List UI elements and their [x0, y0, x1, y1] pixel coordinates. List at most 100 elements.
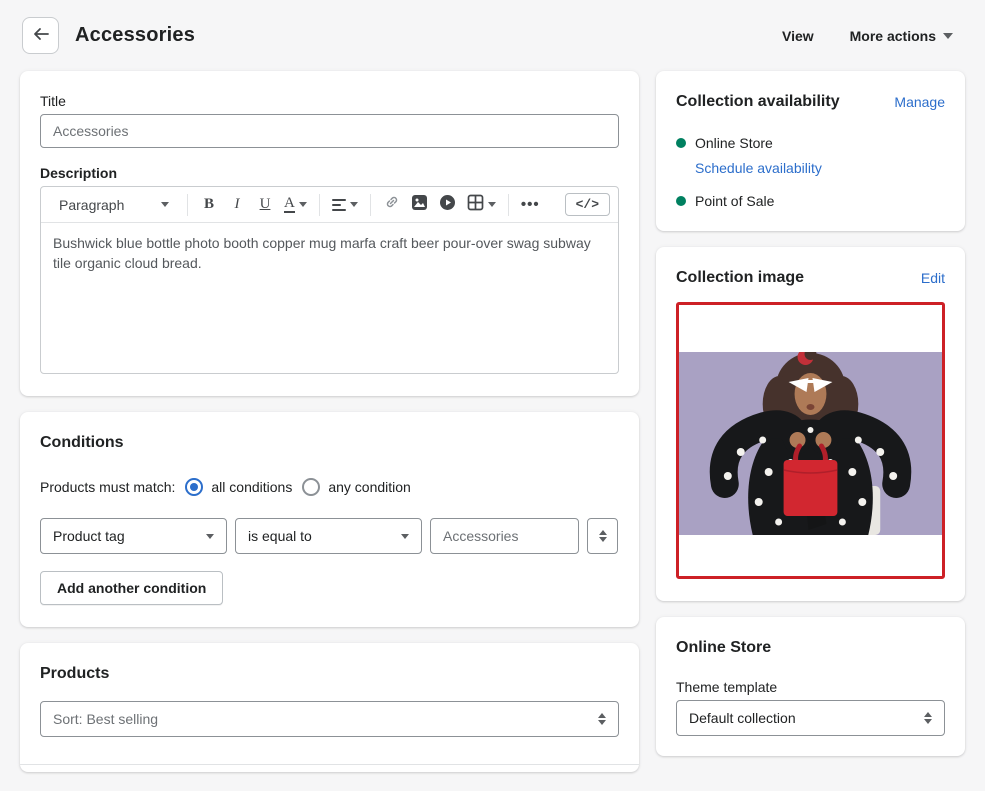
- align-left-icon: [332, 199, 346, 211]
- show-html-button[interactable]: </>: [565, 193, 610, 216]
- channel-online-store-sub: Schedule availability: [695, 160, 945, 176]
- chevron-down-icon: [206, 534, 214, 539]
- page-title: Accessories: [75, 24, 195, 47]
- toolbar-divider: [187, 194, 188, 216]
- channel-point-of-sale: Point of Sale: [676, 193, 945, 209]
- availability-head-row: Collection availability Manage: [676, 93, 945, 111]
- image-icon: [411, 194, 428, 216]
- collection-photo: [679, 352, 942, 535]
- theme-template-select[interactable]: Default collection: [676, 700, 945, 736]
- bold-icon: B: [204, 196, 214, 213]
- rule-operator-value: is equal to: [248, 528, 312, 544]
- page-header: Accessories View More actions: [0, 0, 985, 69]
- collection-image-head-row: Collection image Edit: [676, 269, 945, 287]
- insert-link-button[interactable]: [379, 192, 405, 218]
- more-actions-label: More actions: [850, 28, 936, 44]
- chevron-down-icon: [943, 33, 953, 39]
- add-condition-button[interactable]: Add another condition: [40, 571, 223, 605]
- card-divider: [20, 764, 639, 765]
- chevron-down-icon: [299, 202, 307, 207]
- view-button[interactable]: View: [772, 22, 824, 50]
- chevron-down-icon: [401, 534, 409, 539]
- underline-icon: U: [260, 196, 271, 213]
- conditions-card: Conditions Products must match: all cond…: [20, 412, 639, 627]
- description-label: Description: [40, 165, 619, 181]
- italic-icon: I: [235, 196, 240, 213]
- toolbar-divider: [508, 194, 509, 216]
- manage-link[interactable]: Manage: [894, 94, 945, 110]
- toolbar-divider: [319, 194, 320, 216]
- collection-image-card: Collection image Edit: [656, 247, 965, 601]
- updown-arrows-icon: [924, 712, 932, 724]
- toolbar-divider: [370, 194, 371, 216]
- channel-online-store: Online Store: [676, 135, 945, 151]
- collection-detail-page: Accessories View More actions Title Desc…: [0, 0, 985, 791]
- more-formatting-button[interactable]: •••: [517, 192, 544, 218]
- online-store-heading: Online Store: [676, 639, 945, 657]
- chevron-down-icon: [488, 202, 496, 207]
- editor-toolbar: Paragraph B I U: [41, 187, 618, 223]
- condition-rule-row: Product tag is equal to: [40, 518, 619, 554]
- overflow-menu-icon: •••: [521, 196, 540, 213]
- text-color-icon: A: [284, 196, 295, 214]
- main-column: Title Description Paragraph B: [20, 71, 639, 772]
- chevron-down-icon: [350, 202, 358, 207]
- channel-name: Online Store: [695, 135, 773, 151]
- description-editor: Paragraph B I U: [40, 186, 619, 374]
- radio-selected-icon: [185, 478, 203, 496]
- rule-operator-select[interactable]: is equal to: [235, 518, 422, 554]
- rule-field-value: Product tag: [53, 528, 125, 544]
- radio-unselected-icon: [302, 478, 320, 496]
- title-description-card: Title Description Paragraph B: [20, 71, 639, 396]
- edit-image-link[interactable]: Edit: [921, 270, 945, 286]
- link-icon: [384, 194, 400, 215]
- arrow-left-icon: [32, 25, 50, 46]
- channel-name: Point of Sale: [695, 193, 774, 209]
- channel-list: Online Store Schedule availability Point…: [676, 135, 945, 209]
- active-status-dot-icon: [676, 196, 686, 206]
- theme-template-label: Theme template: [676, 679, 945, 695]
- alignment-button[interactable]: [328, 192, 362, 218]
- title-label: Title: [40, 93, 619, 109]
- updown-arrows-icon: [598, 713, 606, 725]
- text-color-button[interactable]: A: [280, 192, 311, 218]
- products-heading: Products: [40, 665, 619, 683]
- radio-all-label: all conditions: [211, 479, 292, 495]
- back-button[interactable]: [22, 17, 59, 54]
- insert-video-button[interactable]: [435, 192, 461, 218]
- theme-template-value: Default collection: [689, 710, 796, 726]
- paragraph-style-select[interactable]: Paragraph: [49, 193, 179, 217]
- availability-card: Collection availability Manage Online St…: [656, 71, 965, 231]
- radio-any-condition[interactable]: any condition: [302, 478, 411, 496]
- rule-value-input[interactable]: [430, 518, 579, 554]
- side-column: Collection availability Manage Online St…: [656, 71, 965, 756]
- match-label: Products must match:: [40, 479, 175, 495]
- insert-image-button[interactable]: [407, 192, 433, 218]
- video-icon: [439, 194, 456, 216]
- table-icon: [467, 194, 484, 216]
- insert-table-button[interactable]: [463, 192, 500, 218]
- paragraph-style-label: Paragraph: [59, 197, 151, 213]
- italic-button[interactable]: I: [224, 192, 250, 218]
- radio-all-conditions[interactable]: all conditions: [185, 478, 292, 496]
- online-store-card: Online Store Theme template Default coll…: [656, 617, 965, 756]
- sort-value: Sort: Best selling: [53, 711, 158, 727]
- underline-button[interactable]: U: [252, 192, 278, 218]
- sort-select[interactable]: Sort: Best selling: [40, 701, 619, 737]
- schedule-availability-link[interactable]: Schedule availability: [695, 160, 822, 176]
- collection-image-heading: Collection image: [676, 269, 804, 287]
- rule-field-select[interactable]: Product tag: [40, 518, 227, 554]
- active-status-dot-icon: [676, 138, 686, 148]
- view-button-label: View: [782, 28, 814, 44]
- page-content: Title Description Paragraph B: [0, 69, 985, 772]
- description-text-area[interactable]: Bushwick blue bottle photo booth copper …: [41, 223, 618, 373]
- conditions-heading: Conditions: [40, 434, 619, 452]
- bold-button[interactable]: B: [196, 192, 222, 218]
- more-actions-button[interactable]: More actions: [840, 22, 963, 50]
- title-input[interactable]: [40, 114, 619, 148]
- match-row: Products must match: all conditions any …: [40, 478, 619, 496]
- products-card: Products Sort: Best selling: [20, 643, 639, 772]
- rule-value-stepper[interactable]: [587, 518, 618, 554]
- updown-arrows-icon: [599, 530, 607, 542]
- collection-image-selected[interactable]: [676, 302, 945, 579]
